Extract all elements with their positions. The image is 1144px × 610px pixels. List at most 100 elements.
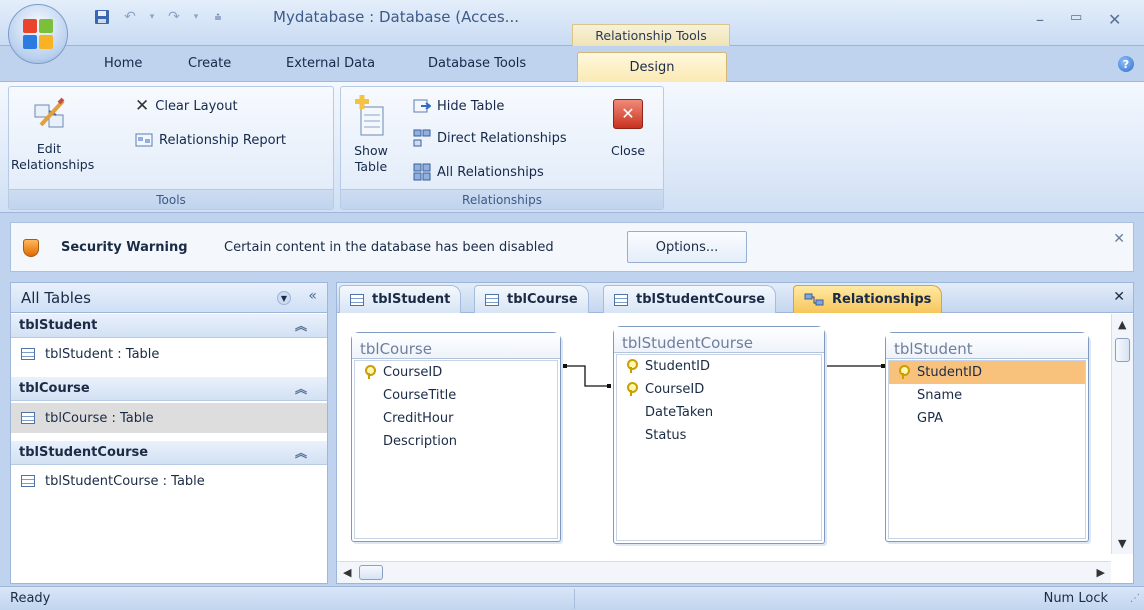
resize-grip-icon[interactable]: ⋰ [1130,593,1140,604]
relationships-canvas[interactable]: tblCourse CourseID CourseTitle CreditHou… [337,314,1111,554]
navigation-pane: All Tables ▼ « tblStudent ︽ tblStudent :… [10,282,328,584]
field-list: CourseID CourseTitle CreditHour Descript… [354,360,558,539]
customize-qat-icon[interactable]: ⩮ [208,7,228,27]
field-datetaken[interactable]: DateTaken [617,401,821,424]
relationships-group: Show Table Hide Table Direct Relationshi… [340,86,664,210]
scroll-right-icon[interactable]: ▶ [1097,566,1105,579]
chevron-up-icon[interactable]: ︽ [295,317,307,334]
hide-table-icon [413,99,431,113]
chevron-up-icon[interactable]: ︽ [295,444,307,461]
scroll-up-icon[interactable]: ▲ [1118,318,1126,331]
scroll-left-icon[interactable]: ◀ [343,566,351,579]
close-icon[interactable]: ✕ [1108,10,1121,29]
security-warning-title: Security Warning [61,240,188,255]
save-icon[interactable] [92,7,112,27]
table-box-tblcourse[interactable]: tblCourse CourseID CourseTitle CreditHou… [351,332,561,542]
document-area: tblStudent tblCourse tblStudentCourse Re… [336,282,1134,584]
field-label: CourseID [645,382,705,397]
quick-access-toolbar: ↶ ▾ ↷ ▾ ⩮ [92,6,228,28]
show-table-icon [355,95,384,136]
tab-home[interactable]: Home [104,56,142,71]
tab-tblcourse[interactable]: tblCourse [474,285,589,313]
field-credithour[interactable]: CreditHour [355,407,557,430]
nav-group-tblcourse[interactable]: tblCourse ︽ [11,377,327,401]
direct-relationships-button[interactable]: Direct Relationships [413,127,567,149]
field-description[interactable]: Description [355,430,557,453]
all-relationships-button[interactable]: All Relationships [413,161,544,183]
field-label: Sname [917,388,963,403]
field-coursetitle[interactable]: CourseTitle [355,384,557,407]
all-relationships-label: All Relationships [437,164,544,180]
tab-external-data[interactable]: External Data [286,56,375,71]
nav-item-label: tblStudentCourse : Table [45,473,205,489]
tab-database-tools[interactable]: Database Tools [428,56,526,71]
relationship-report-button[interactable]: Relationship Report [135,129,286,151]
tab-tblstudentcourse[interactable]: tblStudentCourse [603,285,777,313]
edit-relationships-button[interactable]: Edit Relationships [11,95,94,173]
horizontal-scrollbar[interactable]: ◀ ▶ [337,561,1111,583]
field-label: StudentID [645,359,711,374]
nav-group-tblstudent[interactable]: tblStudent ︽ [11,314,327,338]
tab-relationships[interactable]: Relationships [793,285,943,313]
status-text: Ready [10,591,51,606]
doc-tab-label: tblCourse [507,292,578,307]
tab-design[interactable]: Design [577,52,727,82]
show-table-button[interactable]: Show Table [345,95,397,175]
undo-dropdown-icon[interactable]: ▾ [148,7,156,27]
relationships-group-title: Relationships [341,189,663,209]
table-icon [21,348,35,360]
redo-dropdown-icon[interactable]: ▾ [192,7,200,27]
nav-item-tblstudent[interactable]: tblStudent : Table [11,339,327,369]
doc-tab-label: Relationships [832,292,932,307]
minimize-icon[interactable]: – [1036,10,1044,29]
clear-layout-button[interactable]: ✕ Clear Layout [135,95,238,117]
clear-layout-label: Clear Layout [155,98,238,114]
collapse-pane-icon[interactable]: « [308,288,317,304]
tab-tblstudent[interactable]: tblStudent [339,285,462,313]
close-icon[interactable]: ✕ [1113,231,1125,247]
field-courseid[interactable]: CourseID [355,361,557,384]
vertical-scrollbar[interactable]: ▲ ▼ [1111,314,1133,554]
chevron-up-icon[interactable]: ︽ [295,380,307,397]
field-label: CreditHour [383,411,454,426]
redo-icon[interactable]: ↷ [164,7,184,27]
table-box-tblstudent[interactable]: tblStudent StudentID Sname GPA [885,332,1089,542]
maximize-icon[interactable]: ▭ [1070,10,1082,25]
nav-group-tblstudentcourse[interactable]: tblStudentCourse ︽ [11,441,327,465]
context-tab-relationship-tools: Relationship Tools [572,24,730,46]
scroll-thumb-horizontal[interactable] [359,565,383,580]
tab-create[interactable]: Create [188,56,231,71]
office-button[interactable] [8,4,68,64]
close-red-icon: ✕ [613,99,643,129]
table-box-title[interactable]: tblStudent [886,333,1088,359]
ribbon: Edit Relationships ✕ Clear Layout Relati… [0,81,1144,213]
field-sname[interactable]: Sname [889,384,1085,407]
table-icon [350,293,364,306]
close-icon[interactable]: ✕ [1113,289,1125,305]
nav-item-tblstudentcourse[interactable]: tblStudentCourse : Table [11,466,327,496]
undo-icon[interactable]: ↶ [120,7,140,27]
field-studentid[interactable]: StudentID [617,355,821,378]
field-studentid[interactable]: StudentID [889,361,1085,384]
relationships-icon [804,293,824,305]
table-box-tblstudentcourse[interactable]: tblStudentCourse StudentID CourseID Date… [613,326,825,544]
hide-table-button[interactable]: Hide Table [413,95,504,117]
relationship-report-icon [135,133,153,147]
table-box-title[interactable]: tblStudentCourse [614,327,824,353]
scroll-thumb-vertical[interactable] [1115,338,1130,362]
table-box-title[interactable]: tblCourse [352,333,560,359]
nav-pane-header[interactable]: All Tables ▼ « [11,283,327,313]
nav-item-tblcourse[interactable]: tblCourse : Table [11,403,327,433]
field-gpa[interactable]: GPA [889,407,1085,430]
close-relationships-button[interactable]: ✕ Close [603,99,653,159]
options-button[interactable]: Options... [627,231,747,263]
scroll-down-icon[interactable]: ▼ [1118,537,1126,550]
chevron-down-icon[interactable]: ▼ [277,291,291,305]
document-tabs: tblStudent tblCourse tblStudentCourse Re… [337,283,1133,313]
nav-item-label: tblCourse : Table [45,410,154,426]
field-status[interactable]: Status [617,424,821,447]
field-courseid[interactable]: CourseID [617,378,821,401]
show-table-label: Show Table [354,143,388,174]
help-icon[interactable]: ? [1118,56,1134,72]
status-bar: Ready Num Lock ⋰ [0,586,1144,610]
